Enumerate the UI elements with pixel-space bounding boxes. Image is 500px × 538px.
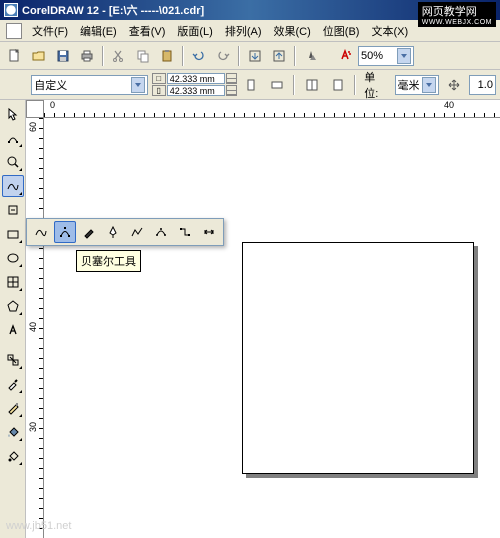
fill-tool[interactable] xyxy=(2,421,24,443)
watermark-badge: 网页教学网 WWW.WEBJX.COM xyxy=(418,2,496,27)
width-spinner[interactable] xyxy=(226,73,237,84)
height-spinner[interactable] xyxy=(226,85,237,96)
import-button[interactable] xyxy=(244,45,266,67)
shape-tool[interactable] xyxy=(2,127,24,149)
watermark-url: www.jb51.net xyxy=(6,520,71,532)
tooltip: 贝塞尔工具 xyxy=(76,250,141,272)
units-label: 单位: xyxy=(362,69,390,101)
corel-online-button[interactable] xyxy=(334,45,356,67)
artistic-media-tool-fly[interactable] xyxy=(78,221,100,243)
height-icon: ▯ xyxy=(152,85,166,96)
undo-button[interactable] xyxy=(188,45,210,67)
text-tool[interactable] xyxy=(2,319,24,341)
page-rect xyxy=(242,242,474,474)
bezier-tool-fly[interactable] xyxy=(54,221,76,243)
ruler-origin[interactable] xyxy=(26,100,44,118)
menu-arrange[interactable]: 排列(A) xyxy=(219,21,268,41)
dimension-tool-fly[interactable] xyxy=(198,221,220,243)
page-dimensions: □ 42.333 mm ▯ 42.333 mm xyxy=(152,73,237,96)
separator xyxy=(293,75,295,95)
print-button[interactable] xyxy=(76,45,98,67)
pick-tool[interactable] xyxy=(2,103,24,125)
dropdown-arrow-icon xyxy=(131,77,145,93)
curve-flyout xyxy=(26,218,224,246)
new-button[interactable] xyxy=(4,45,26,67)
ruler-area: 0 40 60 50 40 30 xyxy=(26,100,500,538)
units-combo[interactable]: 毫米 xyxy=(395,75,440,95)
cut-button[interactable] xyxy=(108,45,130,67)
portrait-button[interactable] xyxy=(241,74,262,96)
menu-bitmaps[interactable]: 位图(B) xyxy=(317,21,366,41)
export-button[interactable] xyxy=(268,45,290,67)
separator xyxy=(354,75,356,95)
property-bar: 自定义 □ 42.333 mm ▯ 42.333 mm 单位: 毫米 1.0 xyxy=(0,70,500,100)
save-button[interactable] xyxy=(52,45,74,67)
nudge-value[interactable]: 1.0 xyxy=(469,75,496,95)
zoom-tool[interactable] xyxy=(2,151,24,173)
rectangle-tool[interactable] xyxy=(2,223,24,245)
height-input[interactable]: 42.333 mm xyxy=(167,85,225,96)
copy-button[interactable] xyxy=(132,45,154,67)
redo-button[interactable] xyxy=(212,45,234,67)
width-icon: □ xyxy=(152,73,166,84)
freehand-tool[interactable] xyxy=(2,175,24,197)
3point-curve-tool-fly[interactable] xyxy=(150,221,172,243)
menu-file[interactable]: 文件(F) xyxy=(26,21,74,41)
pages-button-2[interactable] xyxy=(327,74,348,96)
interactive-fill-tool[interactable] xyxy=(2,445,24,467)
horizontal-ruler[interactable]: 0 40 xyxy=(44,100,500,118)
freehand-tool-fly[interactable] xyxy=(30,221,52,243)
outline-tool[interactable] xyxy=(2,397,24,419)
smart-draw-tool[interactable] xyxy=(2,199,24,221)
zoom-combo[interactable]: 50% xyxy=(358,46,414,66)
menu-text[interactable]: 文本(X) xyxy=(365,21,414,41)
drawing-canvas[interactable] xyxy=(44,118,500,538)
menu-view[interactable]: 查看(V) xyxy=(123,21,172,41)
landscape-button[interactable] xyxy=(266,74,287,96)
polygon-tool[interactable] xyxy=(2,295,24,317)
workspace: 0 40 60 50 40 30 xyxy=(0,100,500,538)
standard-toolbar: 50% xyxy=(0,42,500,70)
ellipse-tool[interactable] xyxy=(2,247,24,269)
paste-button[interactable] xyxy=(156,45,178,67)
polyline-tool-fly[interactable] xyxy=(126,221,148,243)
pages-button-1[interactable] xyxy=(301,74,322,96)
separator xyxy=(294,46,296,66)
toolbox xyxy=(0,100,26,538)
width-input[interactable]: 42.333 mm xyxy=(167,73,225,84)
separator xyxy=(182,46,184,66)
interactive-blend-tool[interactable] xyxy=(2,349,24,371)
eyedropper-tool[interactable] xyxy=(2,373,24,395)
menu-layout[interactable]: 版面(L) xyxy=(171,21,218,41)
app-icon xyxy=(4,3,18,17)
document-icon[interactable] xyxy=(6,23,22,39)
vertical-ruler[interactable]: 60 50 40 30 xyxy=(26,118,44,538)
menu-effects[interactable]: 效果(C) xyxy=(268,21,317,41)
open-button[interactable] xyxy=(28,45,50,67)
paper-preset-combo[interactable]: 自定义 xyxy=(31,75,147,95)
nudge-button[interactable] xyxy=(443,74,464,96)
connector-tool-fly[interactable] xyxy=(174,221,196,243)
dropdown-arrow-icon xyxy=(422,77,436,93)
separator xyxy=(238,46,240,66)
pen-tool-fly[interactable] xyxy=(102,221,124,243)
separator xyxy=(102,46,104,66)
menu-edit[interactable]: 编辑(E) xyxy=(74,21,123,41)
zoom-value: 50% xyxy=(361,50,383,62)
app-launcher-button[interactable] xyxy=(300,45,322,67)
graph-paper-tool[interactable] xyxy=(2,271,24,293)
dropdown-arrow-icon xyxy=(397,48,411,64)
